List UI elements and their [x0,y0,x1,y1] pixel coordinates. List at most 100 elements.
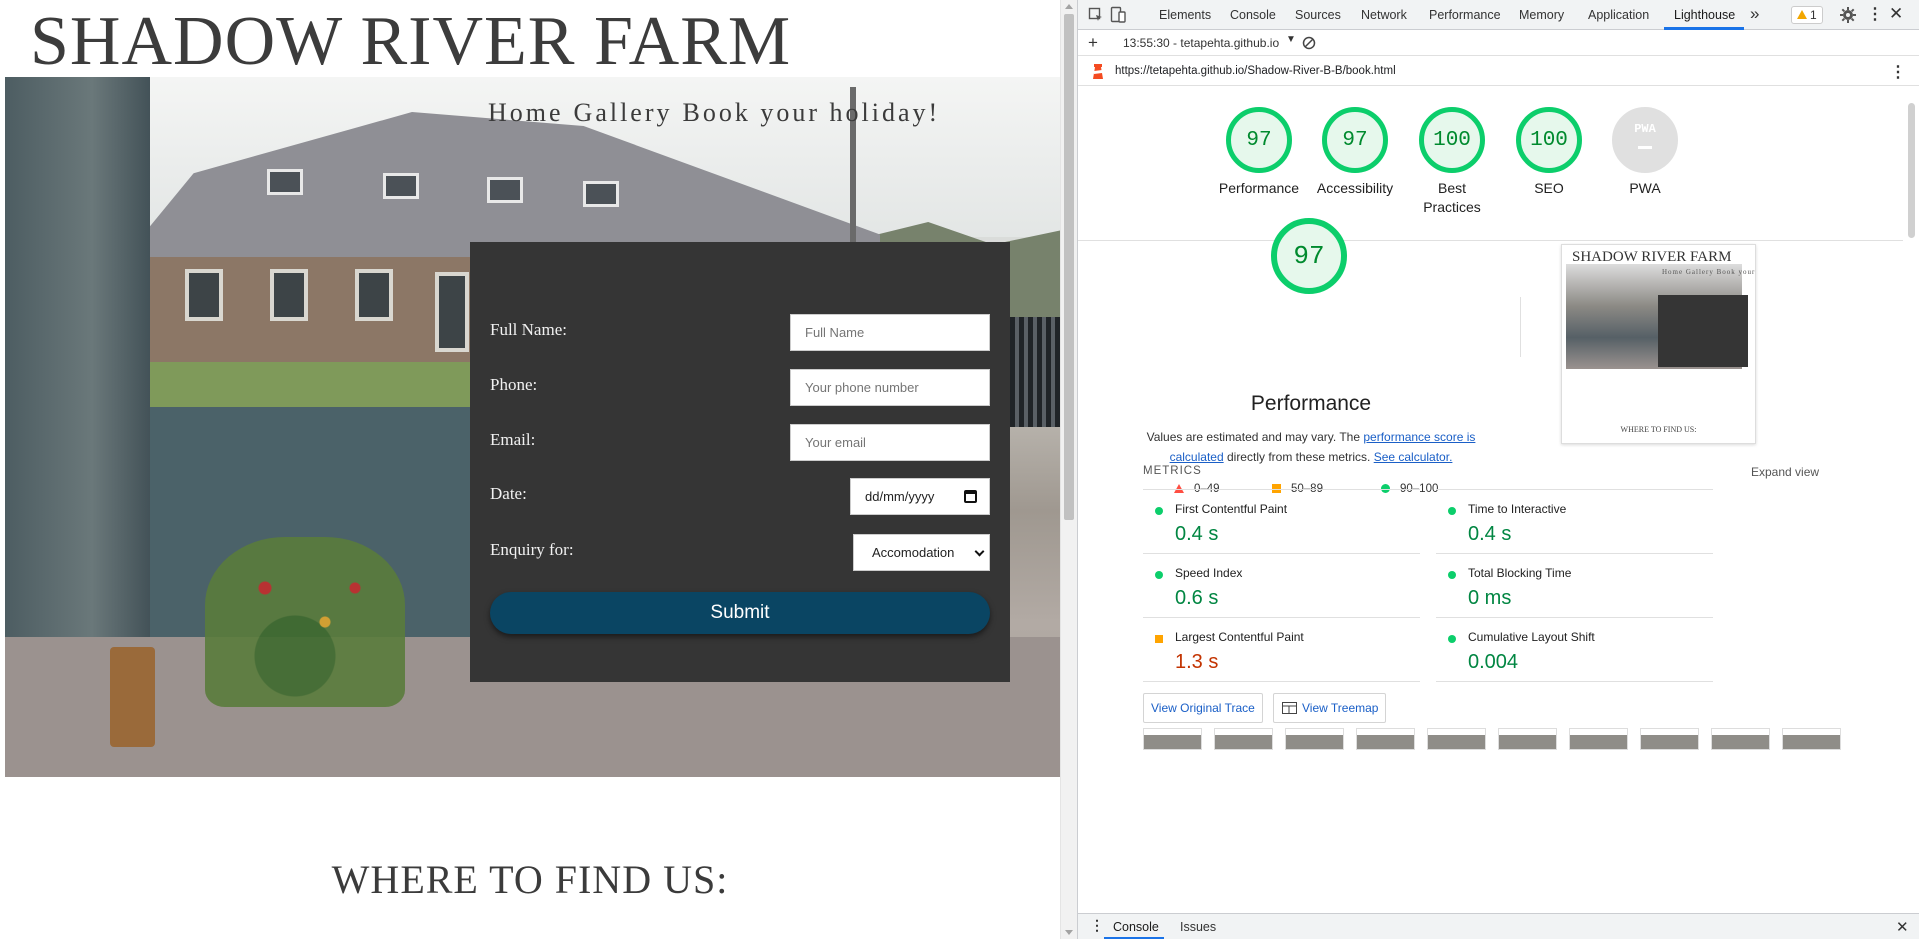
divider [1078,240,1903,241]
report-scrollbar-thumb[interactable] [1908,103,1915,238]
device-toolbar-icon[interactable] [1110,6,1126,24]
kebab-menu-icon[interactable]: ⋮ [1867,4,1883,24]
calculator-link[interactable]: See calculator. [1374,450,1453,464]
report-url[interactable]: https://tetapehta.github.io/Shadow-River… [1115,65,1396,77]
tab-application[interactable]: Application [1588,8,1649,22]
enquiry-select[interactable]: Accomodation [853,534,990,571]
tab-performance[interactable]: Performance [1429,8,1501,22]
filmstrip-frame [1711,728,1770,750]
devtools-drawer: ⋮ Console Issues ✕ [1078,913,1919,939]
booking-form: Full Name: Phone: Email: Date: dd/mm/yyy… [470,242,1010,682]
performance-desc-text-2: directly from these metrics. [1223,450,1374,464]
pwa-badge-icon: PWA [1634,122,1656,136]
tab-sources[interactable]: Sources [1295,8,1341,22]
more-tabs-icon[interactable]: » [1750,4,1759,24]
score-performance[interactable]: 97 Performance [1214,107,1304,198]
email-input[interactable] [790,424,990,461]
date-input[interactable]: dd/mm/yyyy [850,478,990,515]
view-treemap-label: View Treemap [1302,701,1379,715]
warnings-badge[interactable]: 1 [1791,6,1823,24]
date-input-value: dd/mm/yyyy [865,489,935,504]
email-row: Email: [490,424,990,464]
date-row: Date: dd/mm/yyyy [490,478,990,518]
filmstrip-frame [1569,728,1628,750]
filmstrip-frame [1640,728,1699,750]
scroll-up-arrow-icon[interactable] [1065,4,1073,9]
close-drawer-icon[interactable]: ✕ [1896,918,1909,936]
report-menu-icon[interactable]: ⋮ [1890,62,1906,82]
site-nav: Home Gallery Book your holiday! [488,98,940,128]
submit-button[interactable]: Submit [490,592,990,634]
performance-desc-text: Values are estimated and may vary. The [1146,430,1364,444]
metric-value: 0.6 s [1175,587,1219,609]
filmstrip-frame [1285,728,1344,750]
nav-book-link[interactable]: Book your holiday! [683,98,941,128]
tab-lighthouse[interactable]: Lighthouse [1674,8,1735,22]
tab-elements[interactable]: Elements [1159,8,1211,22]
score-seo[interactable]: 100 SEO [1504,107,1594,198]
view-original-trace-button[interactable]: View Original Trace [1143,693,1263,723]
filmstrip-frame [1143,728,1202,750]
vertical-divider [1520,297,1521,357]
score-pwa[interactable]: PWA PWA [1600,107,1690,198]
phone-row: Phone: [490,369,990,409]
tab-network[interactable]: Network [1361,8,1407,22]
view-treemap-button[interactable]: View Treemap [1273,693,1387,723]
performance-title: Performance [1250,392,1372,415]
page-scrollbar[interactable] [1060,0,1077,939]
clear-reports-icon[interactable] [1302,36,1316,50]
pass-circle-icon [1448,635,1456,643]
filmstrip [1143,728,1843,750]
chevron-down-icon [974,546,985,557]
calendar-icon[interactable] [964,490,977,503]
close-devtools-icon[interactable]: ✕ [1889,4,1903,24]
metric-value: 0.4 s [1175,523,1219,545]
drawer-menu-icon[interactable]: ⋮ [1090,917,1104,934]
report-scrollbar[interactable] [1904,87,1919,913]
full-name-label: Full Name: [490,320,567,339]
tab-console[interactable]: Console [1230,8,1276,22]
page-scrollbar-thumb[interactable] [1064,14,1074,520]
score-seo-label: SEO [1534,180,1564,196]
report-url-bar: https://tetapehta.github.io/Shadow-River… [1078,56,1919,86]
nav-gallery-link[interactable]: Gallery [574,98,673,128]
enquiry-select-value: Accomodation [872,545,955,560]
metric-name: Cumulative Layout Shift [1468,630,1595,644]
performance-gauge-large: 97 [1271,218,1347,294]
thumbnail-find-us: WHERE TO FIND US: [1620,425,1697,434]
drawer-tab-issues[interactable]: Issues [1180,920,1216,934]
inspect-element-icon[interactable] [1088,7,1104,23]
report-dropdown-icon[interactable]: ▼ [1286,34,1296,45]
drawer-tab-console[interactable]: Console [1113,920,1159,934]
new-report-icon[interactable]: + [1088,33,1098,53]
email-label: Email: [490,430,536,449]
score-accessibility[interactable]: 97 Accessibility [1310,107,1400,198]
phone-input[interactable] [790,369,990,406]
divider [1436,553,1713,554]
metric-value: 0.004 [1468,651,1519,673]
metric-name: First Contentful Paint [1175,502,1288,516]
filmstrip-frame [1498,728,1557,750]
lighthouse-toolbar: + 13:55:30 - tetapehta.github.io ▼ [1078,30,1919,56]
scroll-down-arrow-icon[interactable] [1065,930,1073,935]
full-name-row: Full Name: [490,314,990,354]
settings-gear-icon[interactable] [1840,7,1856,23]
website-viewport: SHADOW RIVER FARM Home Gallery Book your… [0,0,1060,939]
score-performance-label: Performance [1218,180,1300,196]
page-screenshot-thumbnail[interactable]: SHADOW RIVER FARM Home Gallery Book your… [1561,244,1756,444]
find-us-heading: WHERE TO FIND US: [331,857,729,902]
full-name-input[interactable] [790,314,990,351]
thumbnail-nav: Home Gallery Book your holiday! [1662,268,1756,276]
expand-view-toggle[interactable]: Expand view [1751,465,1819,479]
report-selector[interactable]: 13:55:30 - tetapehta.github.io [1123,36,1279,50]
score-pwa-label: PWA [1629,180,1661,196]
tab-memory[interactable]: Memory [1519,8,1564,22]
filmstrip-frame [1427,728,1486,750]
score-best-practices[interactable]: 100 Best Practices [1407,107,1497,217]
nav-home-link[interactable]: Home [488,98,564,128]
score-best-practices-value: 100 [1433,129,1471,152]
lighthouse-report: 97 Performance 97 Accessibility 100 Best… [1078,87,1903,913]
filmstrip-frame [1356,728,1415,750]
date-label: Date: [490,484,527,503]
warning-count: 1 [1810,8,1817,22]
